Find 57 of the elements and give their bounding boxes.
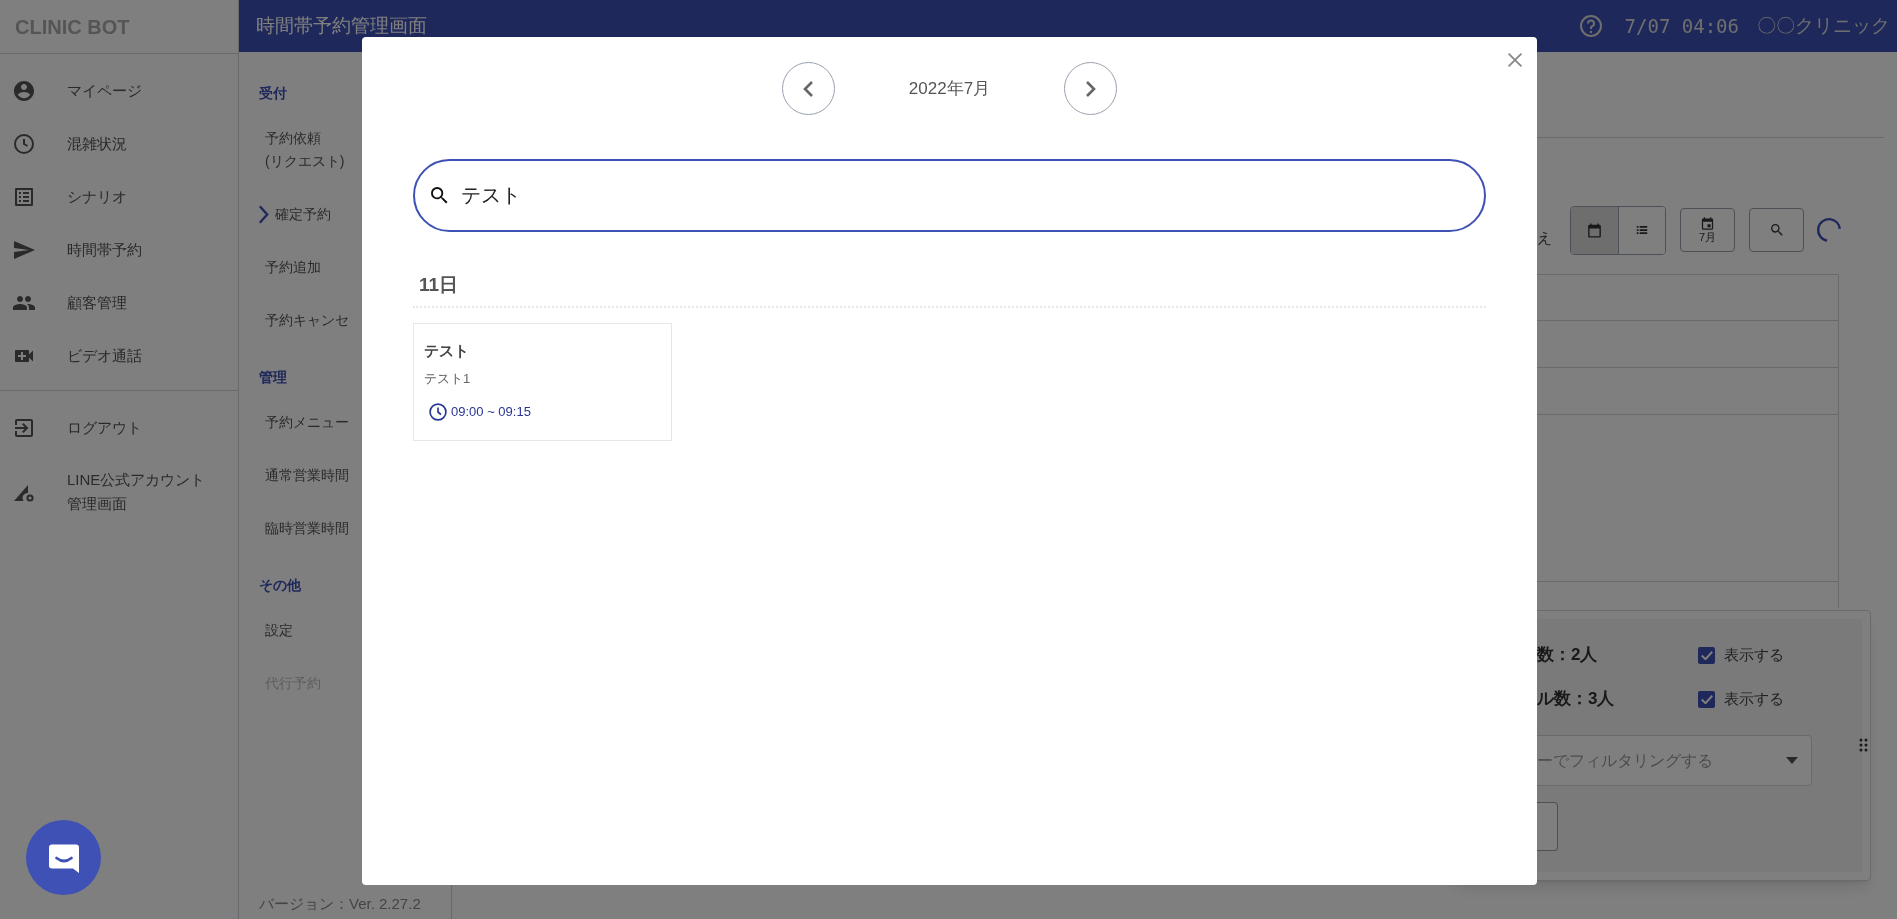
calendar-icon	[1700, 216, 1715, 231]
view-toggle[interactable]	[1570, 205, 1666, 255]
checkbox[interactable]	[1698, 690, 1715, 708]
search-field[interactable]: テスト	[413, 159, 1486, 232]
check-icon	[1700, 650, 1713, 660]
clinic-name: 〇〇クリニック	[1757, 13, 1890, 38]
section-heading: その他	[259, 575, 301, 595]
section-heading: 受付	[259, 83, 287, 103]
search-button[interactable]	[1749, 208, 1804, 252]
chevron-right-icon	[1085, 79, 1096, 98]
calendar-icon	[1585, 221, 1603, 239]
toolbar-label: え	[1537, 227, 1552, 248]
sidebar-item[interactable]: 時間帯予約	[0, 223, 238, 276]
check-icon	[1700, 694, 1713, 704]
submenu-item[interactable]: 通常営業時間	[265, 449, 349, 502]
submenu-item[interactable]: 予約追加	[265, 241, 321, 294]
sidebar-item[interactable]: ログアウト	[0, 401, 238, 454]
date-time: 7/07 04:06	[1624, 13, 1739, 39]
day-heading: 11日	[413, 268, 1486, 308]
chevron-left-icon	[803, 79, 814, 98]
view-toggle-button[interactable]	[1571, 206, 1619, 254]
chevron-right-icon	[258, 204, 269, 225]
sidebar-item[interactable]: ビデオ通話	[0, 329, 238, 382]
event-title: テスト	[424, 341, 470, 361]
submenu-item[interactable]: 確定予約	[258, 188, 331, 241]
search-icon	[1768, 222, 1785, 238]
submenu-item[interactable]: 設定	[265, 604, 293, 657]
checkbox-label: 表示する	[1724, 644, 1784, 665]
sidebar-item[interactable]: 混雑状況	[0, 117, 238, 170]
action-button[interactable]	[1537, 802, 1558, 851]
list-icon	[1634, 223, 1649, 237]
month-button[interactable]: 7月	[1680, 208, 1735, 252]
submenu-item[interactable]: 予約依頼 (リクエスト)	[265, 112, 345, 188]
sidebar-item[interactable]: シナリオ	[0, 170, 238, 223]
help-icon[interactable]	[1578, 14, 1603, 38]
submenu-item[interactable]: 予約メニュー	[265, 396, 349, 449]
page-title: 時間帯予約管理画面	[256, 13, 427, 38]
clock-icon	[428, 402, 448, 422]
checkbox-label: 表示する	[1724, 688, 1784, 709]
summary-count: ル数：3人	[1537, 688, 1616, 711]
search-icon	[431, 187, 448, 204]
dropdown-caret-icon	[1786, 757, 1798, 764]
section-heading: 管理	[259, 367, 287, 387]
checkbox[interactable]	[1698, 646, 1715, 664]
event-subtitle: テスト1	[424, 370, 472, 388]
loading-spinner-icon	[1816, 217, 1842, 243]
drag-handle-icon[interactable]	[1859, 738, 1868, 752]
event-time: 09:00 ~ 09:15	[451, 403, 531, 422]
submenu-item[interactable]: 予約キャンセ	[265, 294, 349, 347]
event-card[interactable]: テスト テスト1 09:00 ~ 09:15	[413, 323, 672, 441]
sidebar-item[interactable]: マイページ	[0, 64, 238, 117]
sidebar-item[interactable]: LINE公式アカウント管理画面	[0, 454, 238, 530]
submenu-item[interactable]: 臨時営業時間	[265, 502, 349, 555]
month-title: 2022年7月	[907, 77, 992, 100]
sidebar-item[interactable]: 顧客管理	[0, 276, 238, 329]
clock-icon	[12, 131, 36, 156]
summary-count: 数：2人	[1537, 644, 1599, 667]
